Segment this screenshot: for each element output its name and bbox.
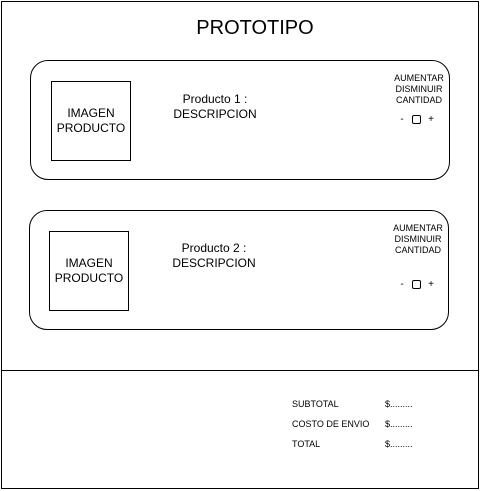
subtotal-row: SUBTOTAL $......... bbox=[292, 394, 425, 414]
product-info: Producto 2 : DESCRIPCION bbox=[134, 241, 294, 271]
decrease-button[interactable]: - bbox=[397, 279, 407, 290]
qty-line-increase: AUMENTAR bbox=[394, 73, 444, 83]
quantity-instructions: AUMENTAR DISMINUIR CANTIDAD bbox=[384, 73, 454, 106]
shipping-row: COSTO DE ENVIO $......... bbox=[292, 414, 425, 434]
increase-button[interactable]: + bbox=[426, 279, 436, 290]
qty-line-quantity: CANTIDAD bbox=[395, 95, 442, 105]
product-name: Producto 1 : bbox=[182, 92, 248, 106]
decrease-button[interactable]: - bbox=[397, 114, 407, 125]
product-card-2: IMAGEN PRODUCTO Producto 2 : DESCRIPCION… bbox=[29, 210, 449, 330]
increase-button[interactable]: + bbox=[426, 114, 436, 125]
qty-line-increase: AUMENTAR bbox=[393, 223, 443, 233]
total-row: TOTAL $......... bbox=[292, 434, 425, 454]
subtotal-label: SUBTOTAL bbox=[292, 399, 339, 409]
quantity-instructions: AUMENTAR DISMINUIR CANTIDAD bbox=[383, 223, 453, 256]
section-divider bbox=[1, 370, 479, 371]
qty-line-decrease: DISMINUIR bbox=[394, 234, 442, 244]
total-value: $......... bbox=[385, 439, 413, 449]
qty-line-decrease: DISMINUIR bbox=[395, 84, 443, 94]
total-label: TOTAL bbox=[292, 439, 321, 449]
order-summary: SUBTOTAL $......... COSTO DE ENVIO $....… bbox=[292, 394, 425, 454]
subtotal-value: $......... bbox=[385, 399, 413, 409]
quantity-box[interactable] bbox=[412, 280, 421, 289]
page-title: PROTOTIPO bbox=[196, 17, 314, 39]
product-image-placeholder: IMAGEN PRODUCTO bbox=[51, 81, 131, 161]
product-image-placeholder: IMAGEN PRODUCTO bbox=[49, 231, 129, 311]
product-image-label: IMAGEN PRODUCTO bbox=[56, 106, 126, 135]
shipping-label: COSTO DE ENVIO bbox=[292, 419, 370, 429]
quantity-box[interactable] bbox=[412, 115, 421, 124]
quantity-stepper: - + bbox=[397, 114, 436, 125]
qty-line-quantity: CANTIDAD bbox=[394, 245, 441, 255]
product-image-label: IMAGEN PRODUCTO bbox=[54, 256, 124, 285]
product-name: Producto 2 : bbox=[181, 241, 247, 255]
product-description: DESCRIPCION bbox=[172, 256, 256, 270]
quantity-stepper: - + bbox=[397, 279, 436, 290]
product-info: Producto 1 : DESCRIPCION bbox=[135, 92, 295, 122]
product-card-1: IMAGEN PRODUCTO Producto 1 : DESCRIPCION… bbox=[30, 60, 450, 180]
product-description: DESCRIPCION bbox=[173, 107, 257, 121]
shipping-value: $......... bbox=[385, 419, 413, 429]
